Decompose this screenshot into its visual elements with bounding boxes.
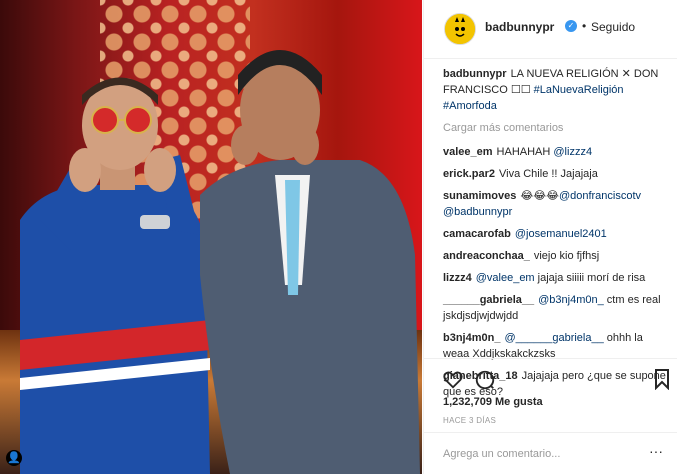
- bookmark-icon[interactable]: [654, 368, 670, 390]
- comment-item: erick.par2 Viva Chile !! Jajajaja: [443, 166, 668, 182]
- bunny-logo-icon: [445, 14, 475, 44]
- post-header: badbunnypr ✓ • Seguido: [424, 0, 677, 59]
- comment-text: viejo kio fjfhsj: [533, 250, 600, 262]
- user-tag-icon[interactable]: 👤: [6, 450, 22, 466]
- load-more-comments[interactable]: Cargar más comentarios: [443, 120, 668, 136]
- person-left: [20, 77, 210, 474]
- like-count[interactable]: 1,232,709 Me gusta: [443, 396, 543, 408]
- add-comment-input[interactable]: Agrega un comentario...: [443, 448, 560, 460]
- comment-username[interactable]: b3nj4m0n_: [443, 332, 500, 344]
- heart-icon[interactable]: [442, 368, 464, 390]
- comment-text: Viva Chile !! Jajajaja: [498, 168, 598, 180]
- comment-username[interactable]: erick.par2: [443, 168, 495, 180]
- separator-dot: •: [582, 19, 587, 33]
- comment-item: lizzz4 @valee_em jajaja siiiii morí de ri…: [443, 270, 668, 286]
- verified-badge-icon: ✓: [565, 20, 577, 32]
- comment-username[interactable]: camacarofab: [443, 228, 511, 240]
- comment-username[interactable]: andreaconchaa_: [443, 250, 530, 262]
- action-bar: [424, 358, 677, 399]
- caption-username[interactable]: badbunnypr: [443, 68, 507, 80]
- post-author-username[interactable]: badbunnypr: [485, 20, 554, 34]
- post-sidebar: badbunnypr ✓ • Seguido badbunnypr LA NUEV…: [423, 0, 677, 474]
- more-options-icon[interactable]: ···: [649, 443, 663, 459]
- comments-list: badbunnypr LA NUEVA RELIGIÓN ✕ DON FRANCI…: [443, 66, 668, 406]
- comment-text: HAHAHAH @lizzz4: [496, 146, 593, 158]
- comment-username[interactable]: ______gabriela__: [443, 294, 534, 306]
- avatar[interactable]: [444, 13, 476, 45]
- comment-item: sunamimoves 😂😂😂@donfranciscotv @badbunnyp…: [443, 188, 668, 220]
- comment-item: camacarofab @josemanuel2401: [443, 226, 668, 242]
- comment-username[interactable]: lizzz4: [443, 272, 472, 284]
- comment-username[interactable]: valee_em: [443, 146, 493, 158]
- person-right: [200, 50, 420, 474]
- add-comment-bar: Agrega un comentario... ···: [424, 432, 677, 475]
- comment-item: valee_em HAHAHAH @lizzz4: [443, 144, 668, 160]
- comment-icon[interactable]: [474, 369, 496, 391]
- comment-item: andreaconchaa_ viejo kio fjfhsj: [443, 248, 668, 264]
- caption: badbunnypr LA NUEVA RELIGIÓN ✕ DON FRANCI…: [443, 66, 668, 114]
- post-photo[interactable]: 👤: [0, 0, 422, 474]
- comment-item: ______gabriela__ @b3nj4m0n_ ctm es real j…: [443, 292, 668, 324]
- follow-status[interactable]: Seguido: [591, 20, 635, 34]
- post-time: HACE 3 DÍAS: [443, 416, 497, 425]
- comment-text: @josemanuel2401: [514, 228, 607, 240]
- comment-text: @valee_em jajaja siiiii morí de risa: [475, 272, 646, 284]
- comment-username[interactable]: sunamimoves: [443, 190, 516, 202]
